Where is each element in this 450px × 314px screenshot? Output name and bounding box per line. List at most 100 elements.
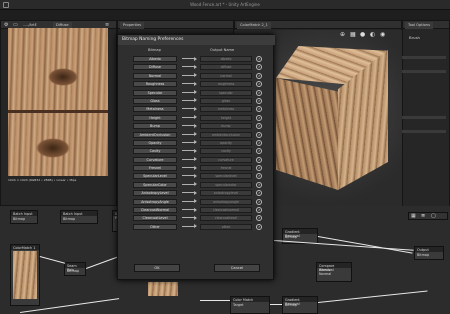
arrow-right-icon (182, 165, 197, 170)
output-name-field[interactable]: specularlevel (200, 173, 252, 180)
reset-icon[interactable]: ↺ (256, 165, 262, 172)
port-label: Normal (319, 272, 332, 276)
output-name-field[interactable]: other (200, 223, 252, 230)
reset-icon[interactable]: ↺ (256, 198, 262, 205)
reset-icon[interactable]: ↺ (256, 89, 262, 96)
output-name-field[interactable]: clearcoatnormal (200, 207, 252, 214)
graph-node[interactable]: Color Match Target (230, 296, 270, 314)
reset-icon[interactable]: ↺ (256, 173, 262, 180)
window-titlebar: Wood Fence.art * - Unity ArtEngine (0, 0, 450, 10)
tool-slider[interactable] (402, 56, 446, 59)
output-name-field[interactable]: albedo (200, 56, 252, 62)
reset-icon[interactable]: ↺ (256, 56, 262, 62)
bitmap-type-label: ClearcoatLevel (133, 215, 177, 222)
reset-icon[interactable]: ↺ (256, 123, 262, 130)
cancel-button[interactable]: Cancel (214, 264, 260, 272)
tab-properties[interactable]: Properties (120, 22, 145, 29)
bitmap-type-label: AnisotropyAngle (133, 198, 177, 205)
output-name-field[interactable]: specular (200, 89, 252, 96)
output-name-field[interactable]: bump (200, 123, 252, 130)
port-label: Bitmap (67, 269, 80, 273)
arrow-right-icon (182, 190, 197, 195)
lighting-icon[interactable]: ◐ (370, 31, 375, 38)
reset-icon[interactable]: ↺ (256, 148, 262, 155)
reset-icon[interactable]: ↺ (256, 72, 262, 79)
graph-node[interactable]: Batch Input Bitmap (60, 210, 98, 224)
grid-icon[interactable]: ▦ (411, 213, 416, 219)
reset-icon[interactable]: ↺ (256, 156, 262, 163)
port-label: Bitmap (417, 253, 430, 257)
view3d-tabbar: ColorMatch 2_1 (235, 21, 401, 29)
reset-icon[interactable]: ↺ (256, 64, 262, 71)
graph-node[interactable]: Compare Removal Albedo Normal (316, 262, 352, 282)
node-thumbnail (148, 282, 178, 296)
viewport-toolbar: ⊕ ▦ ● ◐ ◉ (340, 31, 398, 39)
arrow-right-icon (182, 106, 197, 111)
reset-icon[interactable]: ↺ (256, 181, 262, 188)
output-name-field[interactable]: roughness (200, 81, 252, 88)
naming-row: SpecularLevel specularlevel ↺ (118, 172, 275, 180)
arrow-right-icon (182, 140, 197, 145)
output-name-field[interactable]: anisotropylevel (200, 190, 252, 197)
naming-row: Cavity cavity ↺ (118, 147, 275, 155)
col-header-bitmap: Bitmap (148, 48, 161, 52)
tab-colormatch[interactable]: ColorMatch 2_1 (237, 22, 271, 29)
output-name-field[interactable]: gloss (200, 97, 252, 104)
graph-node[interactable]: Output Bitmap (414, 246, 444, 260)
output-name-field[interactable]: ambientocclusion (200, 131, 252, 138)
naming-row: Height height ↺ (118, 114, 275, 122)
output-name-field[interactable]: specularcolor (200, 181, 252, 188)
reset-icon[interactable]: ↺ (256, 81, 262, 88)
output-name-field[interactable]: clearcoatlevel (200, 215, 252, 222)
view2d-path: ...../ArtE (23, 23, 37, 27)
reset-icon[interactable]: ↺ (256, 223, 262, 230)
camera-icon[interactable]: ◉ (380, 31, 385, 38)
reset-icon[interactable]: ↺ (256, 190, 262, 197)
tab-tool-options[interactable]: Tool Options (405, 22, 433, 29)
naming-row: Opacity opacity ↺ (118, 139, 275, 147)
graph-node[interactable]: ColorMatch 1 (10, 244, 40, 306)
sphere-icon[interactable]: ● (360, 31, 365, 38)
reset-icon[interactable]: ↺ (256, 131, 262, 138)
bitmap-type-label: AnisotropyLevel (133, 190, 177, 197)
arrow-right-icon (182, 215, 197, 220)
globe-icon[interactable]: ⊕ (340, 31, 345, 38)
graph-node[interactable]: Batch Input Bitmap (10, 210, 38, 224)
output-name-field[interactable]: opacity (200, 139, 252, 146)
output-name-field[interactable]: normal (200, 72, 252, 79)
reset-icon[interactable]: ↺ (256, 114, 262, 121)
properties-tabbar: Properties (118, 21, 233, 29)
graph-node[interactable]: Seam Pain Bitmap (64, 262, 86, 276)
ok-button[interactable]: OK (134, 264, 180, 272)
bitmap-type-label: AmbientOcclusion (133, 131, 177, 138)
naming-row: Bump bump ↺ (118, 122, 275, 130)
reset-icon[interactable]: ↺ (256, 215, 262, 222)
tool-options-panel: Tool Options Brush (402, 20, 450, 208)
output-name-field[interactable]: diffuse (200, 64, 252, 71)
tool-slider[interactable] (402, 130, 446, 133)
node-title: ColorMatch 1 (11, 245, 39, 250)
reset-icon[interactable]: ↺ (256, 97, 262, 104)
texture-caption: 1024 × 1024 (RGB32 • 28KB) • Linear • Mi… (8, 178, 77, 182)
grid-icon[interactable]: ▦ (350, 31, 356, 38)
output-name-field[interactable]: metalness (200, 106, 252, 113)
list-icon[interactable]: ≣ (421, 213, 425, 219)
reset-icon[interactable]: ↺ (256, 106, 262, 113)
reset-icon[interactable]: ↺ (256, 207, 262, 214)
graph-node[interactable]: Gradient Removal Bitmap (282, 296, 318, 314)
bitmap-type-label: Roughness (133, 81, 177, 88)
bitmap-type-label: Bump (133, 123, 177, 130)
tool-slider[interactable] (402, 70, 446, 73)
output-name-field[interactable]: curvature (200, 156, 252, 163)
bitmap-type-label: SpecularColor (133, 181, 177, 188)
frame-icon[interactable]: ▢ (431, 213, 436, 219)
reset-icon[interactable]: ↺ (256, 139, 262, 146)
tool-slider[interactable] (402, 116, 446, 119)
arrow-right-icon (182, 90, 197, 95)
output-name-field[interactable]: anisotropyangle (200, 198, 252, 205)
bitmap-type-label: Fresnel (133, 165, 177, 172)
arrow-right-icon (182, 81, 197, 86)
output-name-field[interactable]: fresnel (200, 165, 252, 172)
output-name-field[interactable]: cavity (200, 148, 252, 155)
output-name-field[interactable]: height (200, 114, 252, 121)
